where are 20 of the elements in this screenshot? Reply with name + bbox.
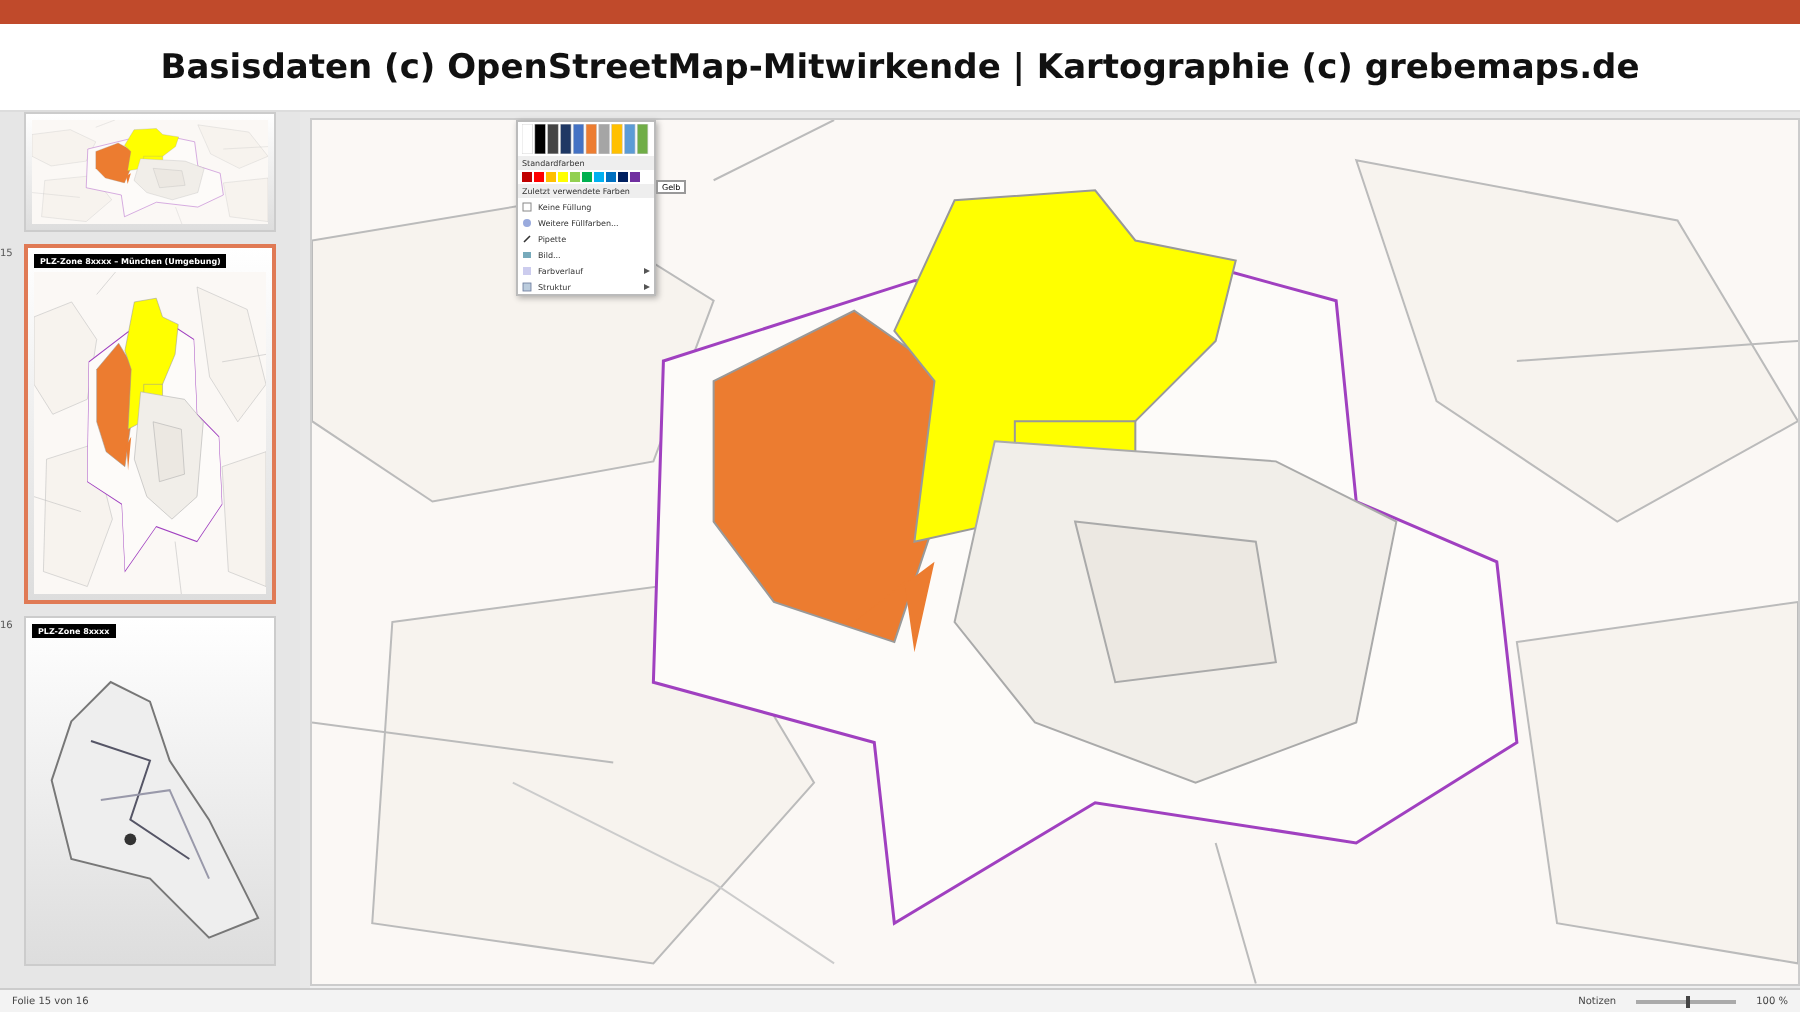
empty-square-icon	[522, 201, 532, 211]
color-swatch[interactable]	[630, 172, 640, 182]
submenu-arrow-icon	[644, 267, 650, 273]
theme-color-palette[interactable]	[522, 124, 650, 154]
color-swatch[interactable]	[558, 172, 568, 182]
color-swatch[interactable]	[570, 172, 580, 182]
color-swatch[interactable]	[594, 172, 604, 182]
image-icon	[522, 249, 532, 259]
color-swatch[interactable]	[618, 172, 628, 182]
color-swatch[interactable]	[522, 172, 532, 182]
color-swatch[interactable]	[606, 172, 616, 182]
submenu-arrow-icon	[644, 283, 650, 289]
color-swatch[interactable]	[546, 172, 556, 182]
banner-text: Basisdaten (c) OpenStreetMap-Mitwirkende | Kartographie (c) grebemaps.de	[160, 47, 1640, 87]
color-swatch[interactable]	[534, 172, 544, 182]
palette-icon	[522, 217, 532, 227]
gradient-icon	[522, 265, 532, 275]
texture-icon	[522, 281, 532, 291]
pipette-icon	[522, 233, 532, 243]
color-swatch[interactable]	[582, 172, 592, 182]
